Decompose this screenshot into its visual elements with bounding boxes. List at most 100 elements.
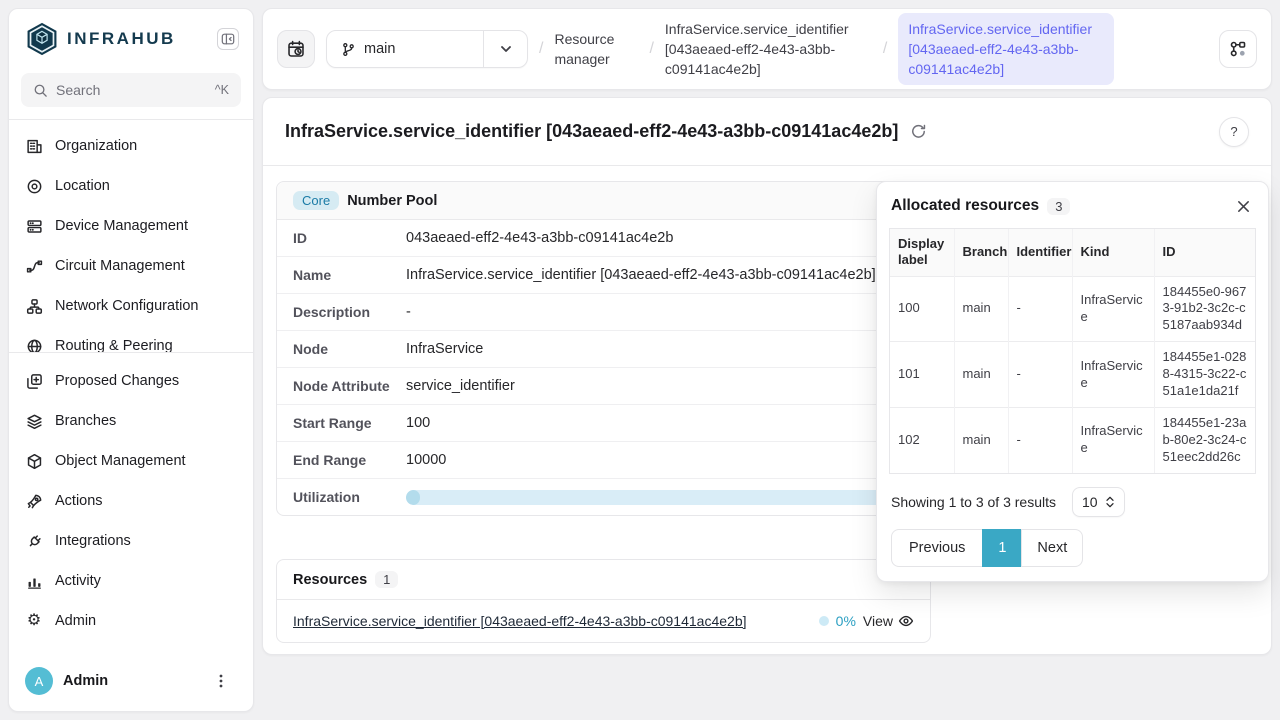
user-name: Admin <box>63 673 209 689</box>
kebab-menu-icon[interactable] <box>219 673 237 689</box>
branch-name: main <box>364 41 395 57</box>
cell-id: 184455e0-9673-91b2-3c2c-c5187aab934d <box>1154 276 1255 342</box>
schema-graph-button[interactable] <box>1219 30 1257 68</box>
sidebar-group-system: Proposed Changes Branches Object Managem… <box>9 353 253 641</box>
globe-icon <box>25 337 43 352</box>
cell-display-label: 100 <box>890 276 954 342</box>
layers-icon <box>25 412 43 430</box>
help-button[interactable]: ? <box>1219 117 1249 147</box>
cell-identifier: - <box>1008 342 1072 408</box>
core-badge: Core <box>293 191 339 210</box>
page-size-select[interactable]: 10 <box>1072 487 1125 517</box>
search-shortcut: ^K <box>215 83 229 97</box>
table-row[interactable]: 101 main - InfraService 184455e1-0288-43… <box>890 342 1255 408</box>
sidebar-item-network-configuration[interactable]: Network Configuration <box>9 286 253 326</box>
sidebar-item-label: Actions <box>55 493 103 509</box>
server-icon <box>25 217 43 235</box>
branch-selector[interactable]: main <box>326 30 528 68</box>
breadcrumb-resource-manager[interactable]: Resource manager <box>554 29 638 70</box>
plug-icon <box>25 532 43 550</box>
resources-title: Resources <box>293 572 367 588</box>
top-bar: main / Resource manager / InfraService.s… <box>262 8 1272 90</box>
current-page-button[interactable]: 1 <box>982 529 1022 567</box>
rocket-icon <box>25 492 43 510</box>
results-summary: Showing 1 to 3 of 3 results <box>891 494 1056 510</box>
app-title: INFRAHUB <box>67 29 209 49</box>
breadcrumb-current[interactable]: InfraService.service_identifier [043aeae… <box>898 13 1114 86</box>
page-size-value: 10 <box>1082 494 1098 510</box>
table-header-row: Display label Branch Identifier Kind ID <box>890 229 1255 276</box>
user-menu[interactable]: A Admin <box>9 655 253 711</box>
sidebar-item-activity[interactable]: Activity <box>9 561 253 601</box>
col-identifier: Identifier <box>1008 229 1072 276</box>
sidebar-item-object-management[interactable]: Object Management <box>9 441 253 481</box>
page-body: Core Number Pool ID 043aeaed-eff2-4e43-a… <box>263 166 1271 654</box>
sidebar-item-actions[interactable]: Actions <box>9 481 253 521</box>
resources-count-badge: 1 <box>375 571 398 588</box>
cube-icon <box>25 452 43 470</box>
view-label: View <box>863 613 893 629</box>
time-travel-button[interactable] <box>277 30 315 68</box>
sidebar-item-routing-peering[interactable]: Routing & Peering <box>9 326 253 352</box>
field-label: Start Range <box>293 415 406 431</box>
infrahub-logo-icon <box>25 21 59 57</box>
pagination-summary-row: Showing 1 to 3 of 3 results 10 <box>877 474 1268 527</box>
sidebar-item-proposed-changes[interactable]: Proposed Changes <box>9 361 253 401</box>
sidebar-item-label: Activity <box>55 573 101 589</box>
allocated-resources-panel: Allocated resources 3 Display label Bran… <box>876 181 1269 582</box>
pagination-controls: Previous 1 Next <box>877 527 1268 581</box>
view-button[interactable]: View <box>863 613 914 629</box>
breadcrumb-separator: / <box>883 40 887 58</box>
sidebar-item-organization[interactable]: Organization <box>9 126 253 166</box>
utilization-progress-fill <box>406 490 420 505</box>
close-icon[interactable] <box>1232 195 1254 217</box>
sidebar-item-label: Admin <box>55 613 96 629</box>
sidebar-item-label: Circuit Management <box>55 258 185 274</box>
cell-id: 184455e1-0288-4315-3c22-c51a1e1da21f <box>1154 342 1255 408</box>
sidebar-item-label: Proposed Changes <box>55 373 179 389</box>
field-label: ID <box>293 230 406 246</box>
field-value: InfraService <box>406 341 483 357</box>
select-chevrons-icon <box>1105 496 1115 508</box>
sidebar-item-device-management[interactable]: Device Management <box>9 206 253 246</box>
page-header: InfraService.service_identifier [043aeae… <box>263 98 1271 166</box>
bar-chart-icon <box>25 572 43 590</box>
panel-header: Allocated resources 3 <box>877 182 1268 228</box>
breadcrumb-pool[interactable]: InfraService.service_identifier [043aeae… <box>665 19 872 80</box>
col-kind: Kind <box>1072 229 1154 276</box>
sidebar-item-label: Object Management <box>55 453 186 469</box>
sidebar-item-branches[interactable]: Branches <box>9 401 253 441</box>
chevron-down-icon[interactable] <box>483 31 527 67</box>
resource-link[interactable]: InfraService.service_identifier [043aeae… <box>293 613 747 629</box>
resources-card-header: Resources 1 <box>277 560 930 600</box>
cell-kind: InfraService <box>1072 407 1154 472</box>
search-icon <box>33 83 48 98</box>
field-value: - <box>406 304 411 320</box>
field-label: Node Attribute <box>293 378 406 394</box>
breadcrumb-separator: / <box>649 40 653 58</box>
building-icon <box>25 137 43 155</box>
col-branch: Branch <box>954 229 1008 276</box>
field-value: service_identifier <box>406 378 515 394</box>
next-page-button[interactable]: Next <box>1021 529 1083 567</box>
search-placeholder: Search <box>56 82 207 98</box>
sidebar-item-location[interactable]: Location <box>9 166 253 206</box>
sidebar-item-label: Network Configuration <box>55 298 198 314</box>
collapse-sidebar-icon[interactable] <box>217 28 239 50</box>
route-icon <box>25 257 43 275</box>
table-row[interactable]: 102 main - InfraService 184455e1-23ab-80… <box>890 407 1255 472</box>
cell-branch: main <box>954 407 1008 472</box>
previous-page-button[interactable]: Previous <box>891 529 983 567</box>
search-input[interactable]: Search ^K <box>21 73 241 107</box>
sidebar-item-circuit-management[interactable]: Circuit Management <box>9 246 253 286</box>
sidebar-item-label: Device Management <box>55 218 188 234</box>
sidebar-item-label: Location <box>55 178 110 194</box>
col-id: ID <box>1154 229 1255 276</box>
sidebar-item-integrations[interactable]: Integrations <box>9 521 253 561</box>
refresh-icon[interactable] <box>910 123 927 140</box>
field-value: InfraService.service_identifier [043aeae… <box>406 267 876 283</box>
cell-kind: InfraService <box>1072 342 1154 408</box>
table-row[interactable]: 100 main - InfraService 184455e0-9673-91… <box>890 276 1255 342</box>
git-branch-icon <box>341 42 356 57</box>
sidebar-item-admin[interactable]: ⚙ Admin <box>9 601 253 641</box>
